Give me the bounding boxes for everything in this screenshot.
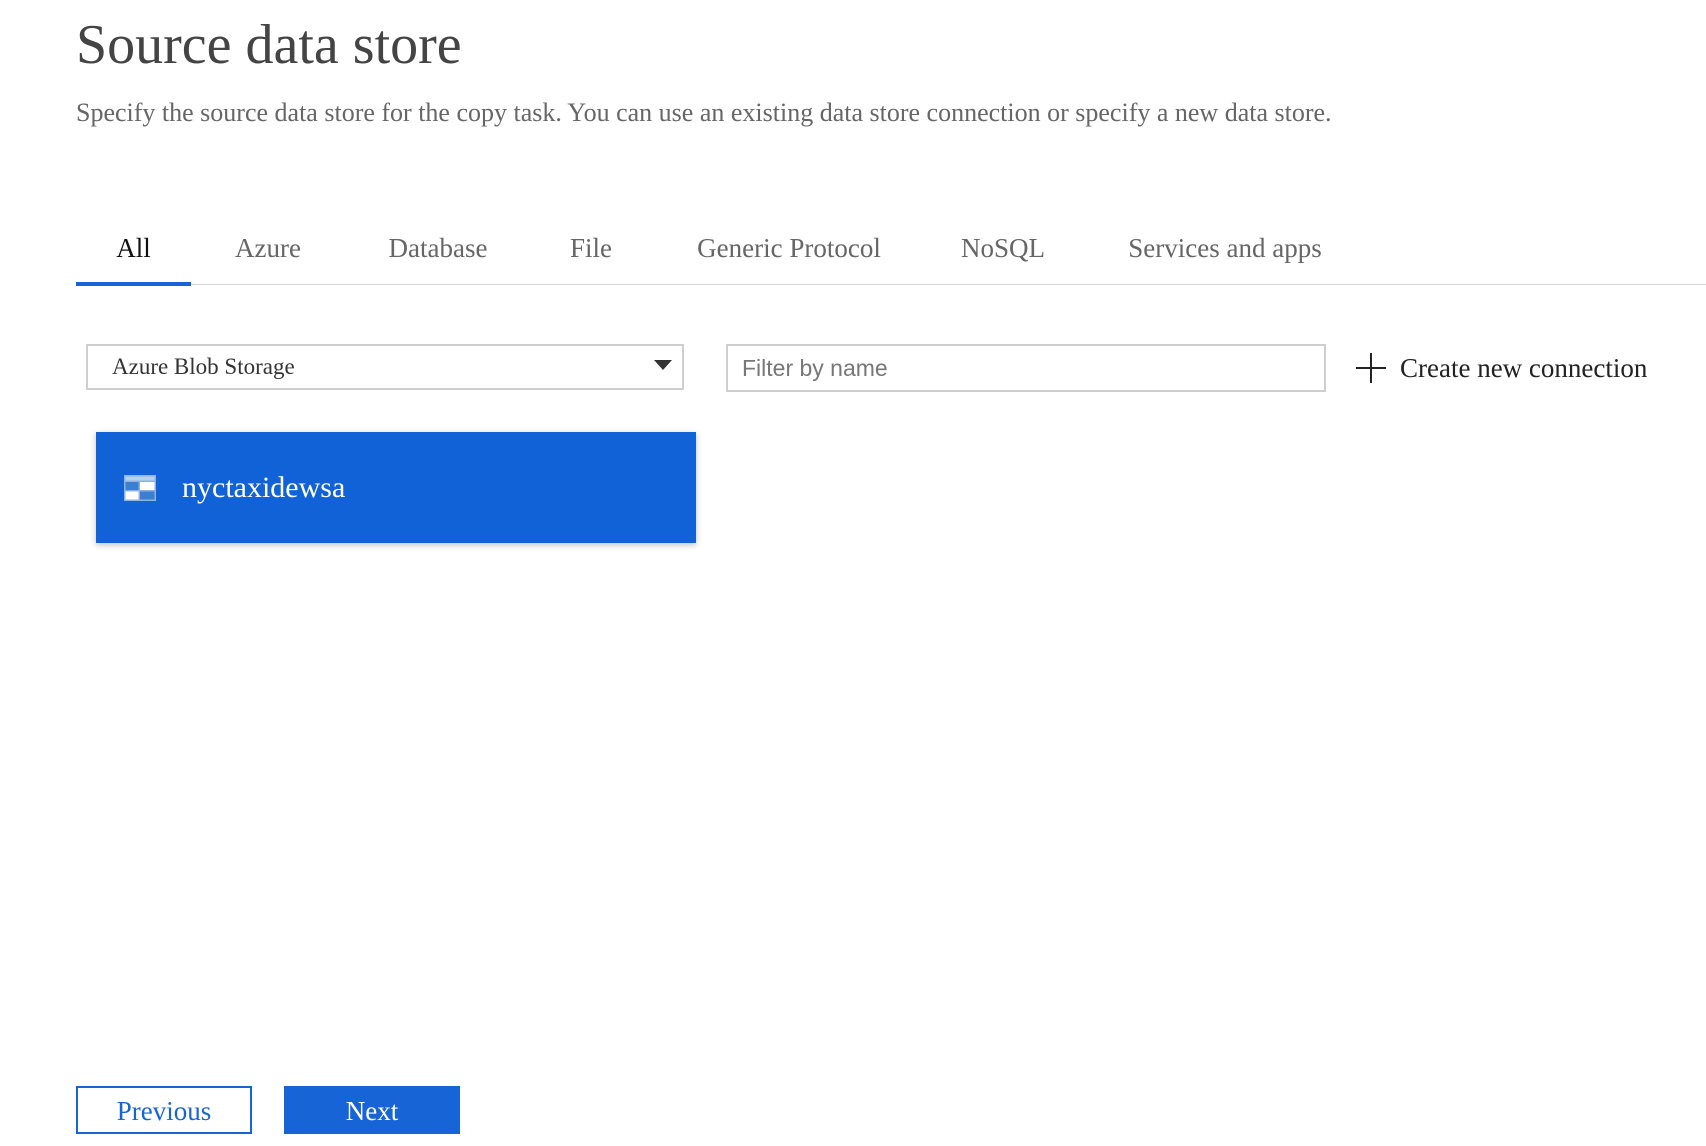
plus-icon: [1356, 353, 1386, 383]
filter-by-name-input[interactable]: [726, 344, 1326, 392]
previous-button[interactable]: Previous: [76, 1086, 252, 1134]
create-new-connection-button[interactable]: Create new connection: [1356, 348, 1647, 388]
store-type-dropdown[interactable]: Azure Blob Storage: [86, 344, 684, 390]
category-tabs: All Azure Database File Generic Protocol…: [76, 220, 1706, 286]
storage-account-icon: [124, 474, 156, 501]
tab-services-and-apps[interactable]: Services and apps: [1120, 220, 1330, 284]
tab-all[interactable]: All: [76, 220, 191, 286]
store-type-selected: Azure Blob Storage: [112, 354, 295, 379]
page-title: Source data store: [76, 14, 462, 76]
tab-generic-protocol[interactable]: Generic Protocol: [684, 220, 894, 284]
caret-down-icon: [654, 360, 672, 370]
connection-card-nyctaxidewsa[interactable]: nyctaxidewsa: [96, 432, 696, 543]
create-new-connection-label: Create new connection: [1400, 352, 1648, 383]
tab-database[interactable]: Database: [372, 220, 504, 284]
tab-azure[interactable]: Azure: [224, 220, 312, 284]
tab-nosql[interactable]: NoSQL: [948, 220, 1058, 284]
page-subtitle: Specify the source data store for the co…: [76, 98, 1332, 127]
next-button[interactable]: Next: [284, 1086, 460, 1134]
tab-file[interactable]: File: [556, 220, 626, 284]
connection-name: nyctaxidewsa: [182, 470, 346, 504]
